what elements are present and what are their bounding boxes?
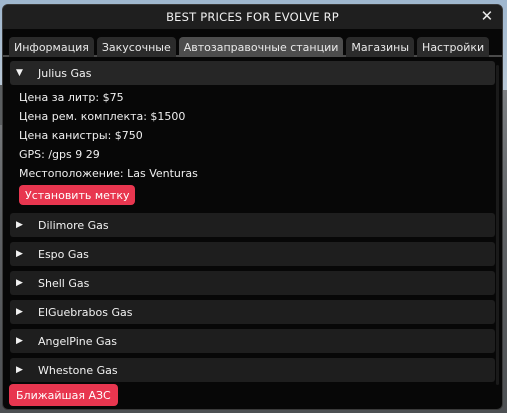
prices-window: BEST PRICES FOR EVOLVE RP ✕ Информация З…: [2, 4, 503, 410]
station-name: Whestone Gas: [38, 363, 118, 377]
station-header-elguebrabos-gas[interactable]: ▶ ElGuebrabos Gas: [10, 300, 495, 324]
collapsed-arrow-icon: ▶: [16, 278, 23, 288]
scrollbar[interactable]: [496, 65, 499, 385]
tab-gas-stations[interactable]: Автозаправочные станции: [178, 37, 344, 57]
gps-command: GPS: /gps 9 29: [19, 148, 100, 161]
location: Местоположение: Las Venturas: [19, 167, 198, 180]
price-per-liter: Цена за литр: $75: [19, 91, 124, 104]
collapsed-arrow-icon: ▶: [16, 249, 23, 259]
station-list: ▼ Julius Gas Цена за литр: $75 Цена рем.…: [3, 57, 502, 382]
collapsed-arrow-icon: ▶: [16, 220, 23, 230]
tab-snack-bars[interactable]: Закусочные: [96, 37, 176, 57]
collapsed-arrow-icon: ▶: [16, 336, 23, 346]
station-details: Цена за литр: $75 Цена рем. комплекта: $…: [10, 88, 495, 213]
station-name: Shell Gas: [38, 276, 90, 290]
tab-settings[interactable]: Настройки: [417, 37, 490, 57]
station-name: Dilimore Gas: [38, 218, 109, 232]
canister-price: Цена канистры: $750: [19, 129, 143, 142]
collapsed-arrow-icon: ▶: [16, 307, 23, 317]
tab-information[interactable]: Информация: [9, 37, 94, 57]
station-name: Julius Gas: [38, 66, 92, 80]
station-header-julius-gas[interactable]: ▼ Julius Gas: [10, 61, 495, 85]
repair-kit-price: Цена рем. комплекта: $1500: [19, 110, 186, 123]
station-header-whestone-gas[interactable]: ▶ Whestone Gas: [10, 358, 495, 382]
station-name: ElGuebrabos Gas: [38, 305, 133, 319]
set-marker-button[interactable]: Установить метку: [19, 185, 136, 205]
nearest-station-button[interactable]: Ближайшая АЗС: [9, 384, 118, 406]
close-icon[interactable]: ✕: [479, 7, 495, 25]
station-header-shell-gas[interactable]: ▶ Shell Gas: [10, 271, 495, 295]
collapsed-arrow-icon: ▶: [16, 365, 23, 375]
station-name: Espo Gas: [38, 247, 89, 261]
tab-shops[interactable]: Магазины: [346, 37, 415, 57]
expanded-arrow-icon: ▼: [16, 68, 23, 78]
tab-bar: Информация Закусочные Автозаправочные ст…: [3, 29, 502, 57]
window-titlebar[interactable]: BEST PRICES FOR EVOLVE RP ✕: [3, 5, 502, 29]
station-header-espo-gas[interactable]: ▶ Espo Gas: [10, 242, 495, 266]
station-header-angelpine-gas[interactable]: ▶ AngelPine Gas: [10, 329, 495, 353]
station-header-dilimore-gas[interactable]: ▶ Dilimore Gas: [10, 213, 495, 237]
window-title: BEST PRICES FOR EVOLVE RP: [166, 10, 339, 24]
station-name: AngelPine Gas: [38, 334, 117, 348]
